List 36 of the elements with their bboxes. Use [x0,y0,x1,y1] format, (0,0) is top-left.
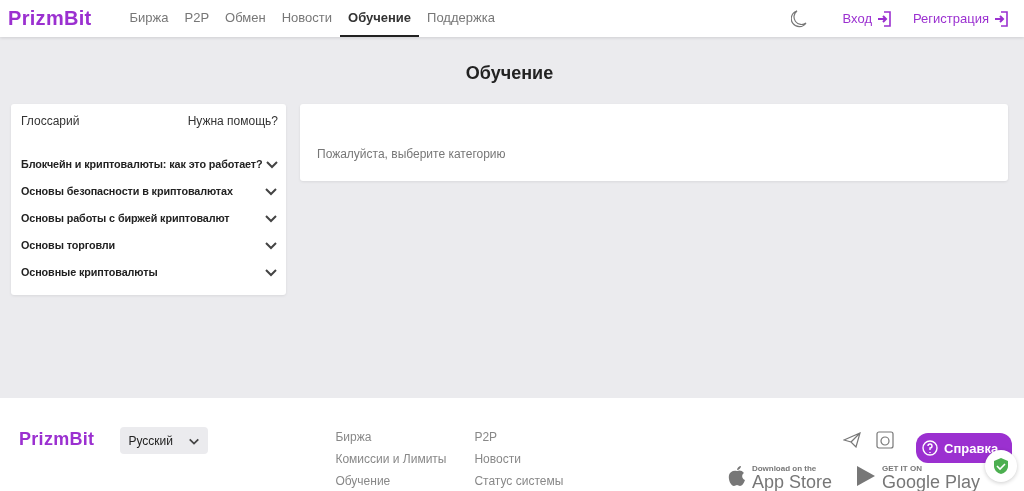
category-item[interactable]: Основы безопасности в криптовалютах [21,177,278,204]
footer-logo[interactable]: PrizmBit [19,429,95,491]
language-select[interactable]: Русский [120,427,209,454]
empty-message: Пожалуйста, выберите категорию [317,146,506,161]
glossary-link[interactable]: Глоссарий [21,114,80,128]
nav-tab[interactable]: Обмен [217,0,274,37]
category-item[interactable]: Основы торговли [21,231,278,258]
register-link[interactable]: Регистрация [913,10,1008,27]
category-item[interactable]: Блокчейн и криптовалюты: как это работает? [21,150,278,177]
google-play-badge[interactable]: GET IT ON Google Play [855,465,980,491]
login-icon [877,10,891,27]
logo[interactable]: PrizmBit [8,0,92,37]
apple-icon [727,465,746,487]
nav-tab[interactable]: Поддержка [419,0,503,37]
question-icon [922,440,938,456]
nav-tab[interactable]: P2P [176,0,218,37]
footer-link[interactable]: Новости [474,452,595,466]
category-item[interactable]: Основные криптовалюты [21,258,278,285]
footer-link[interactable]: Обучение [335,474,475,488]
footer-link[interactable]: Комиссии и Лимиты [335,452,475,466]
footer-link[interactable]: P2P [474,430,595,444]
shield-check-icon [993,457,1009,475]
app-store-badge[interactable]: Download on the App Store [727,465,832,491]
paper-plane-icon[interactable] [843,432,861,448]
play-icon [855,465,876,487]
footer-link[interactable]: Статус системы [474,474,595,488]
moon-icon[interactable] [790,9,807,28]
nav-tab[interactable]: Новости [273,0,340,37]
footer-link[interactable]: Биржа [335,430,475,444]
login-icon [994,10,1008,27]
login-link[interactable]: Вход [842,10,891,27]
camera-icon[interactable] [876,431,894,449]
help-link[interactable]: Нужна помощь? [187,114,278,128]
nav-tab[interactable]: Биржа [121,0,177,37]
category-item[interactable]: Основы работы с биржей криптовалют [21,204,278,231]
page-title: Обучение [464,63,555,84]
